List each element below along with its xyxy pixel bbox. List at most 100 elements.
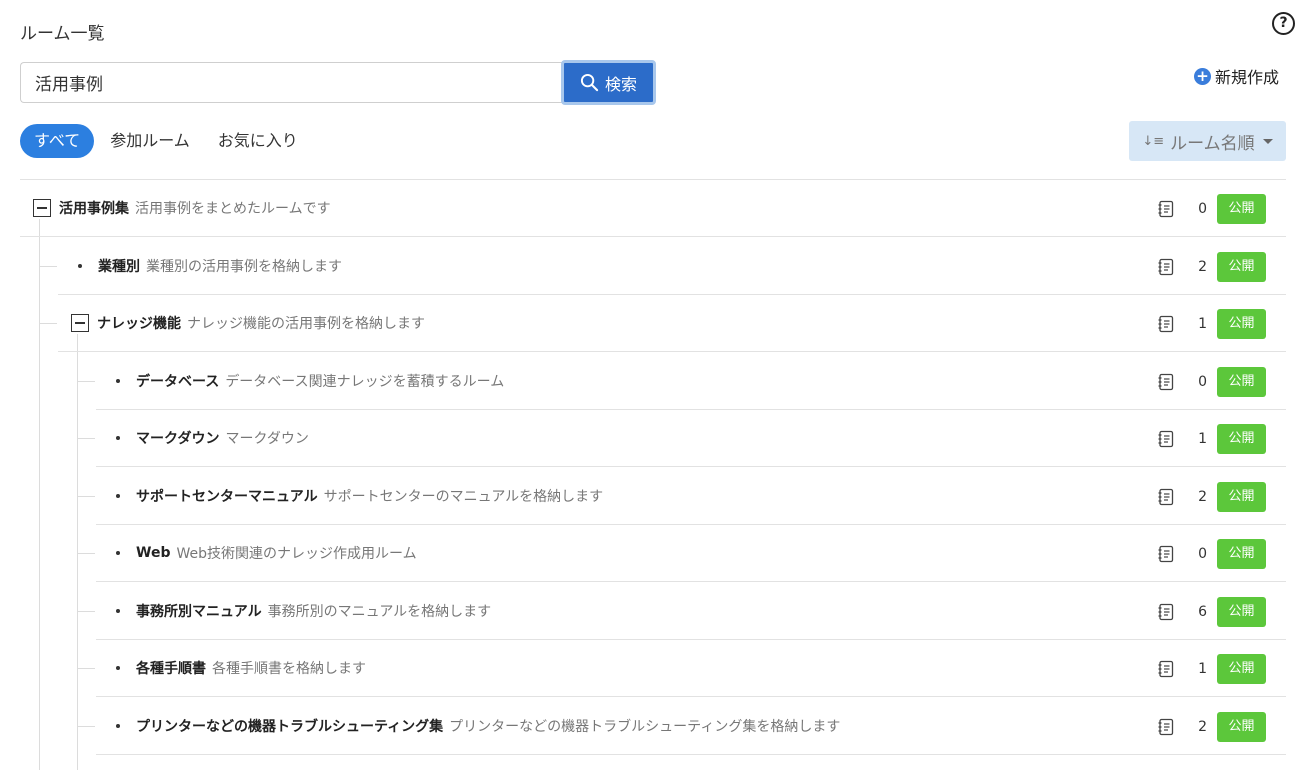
- plus-icon: +: [1194, 67, 1211, 85]
- room-description: 業種別の活用事例を格納します: [146, 259, 342, 275]
- notebook-icon: [1158, 430, 1174, 447]
- public-badge[interactable]: 公開: [1217, 653, 1266, 684]
- tab-favorites[interactable]: お気に入り: [204, 124, 312, 158]
- room-meta: 0 公開: [1157, 353, 1266, 410]
- room-list: 活用事例集 活用事例をまとめたルームです 0 公開 業種別 業種別の活用事例を格…: [20, 179, 1286, 770]
- bullet-icon: [78, 264, 82, 268]
- search-icon: [580, 73, 599, 92]
- bullet-icon: [116, 724, 120, 728]
- room-name[interactable]: 事務所別マニュアル: [136, 601, 262, 621]
- knowledge-count: 2: [1198, 718, 1207, 735]
- notebook-icon: [1158, 603, 1174, 620]
- knowledge-count: 2: [1198, 488, 1207, 505]
- bullet-icon: [116, 436, 120, 440]
- tree-line: [77, 438, 95, 439]
- notebook-icon: [1158, 200, 1174, 217]
- room-row[interactable]: 事務所別マニュアル 事務所別のマニュアルを格納します 6 公開: [96, 583, 1286, 640]
- tree-line: [77, 496, 95, 497]
- notebook-icon: [1158, 545, 1174, 562]
- tree-line: [77, 553, 95, 554]
- room-name[interactable]: 業種別: [98, 256, 140, 276]
- search-button[interactable]: 検索: [561, 60, 656, 105]
- tree-line: [39, 323, 57, 324]
- sort-icon: ↓≡: [1142, 133, 1165, 149]
- room-meta: 1 公開: [1157, 640, 1266, 697]
- public-badge[interactable]: 公開: [1217, 308, 1266, 339]
- new-room-button[interactable]: + 新規作成: [1194, 64, 1279, 88]
- bullet-icon: [116, 379, 120, 383]
- room-meta: 0 公開: [1157, 180, 1266, 237]
- room-description: マークダウン: [225, 431, 309, 447]
- knowledge-count: 0: [1198, 545, 1207, 562]
- knowledge-count: 0: [1198, 200, 1207, 217]
- room-name[interactable]: 活用事例集: [59, 198, 129, 218]
- room-name[interactable]: マークダウン: [136, 428, 219, 448]
- collapse-toggle[interactable]: [33, 199, 51, 217]
- tree-line: [77, 726, 95, 727]
- room-row[interactable]: Web Web技術関連のナレッジ作成用ルーム 0 公開: [96, 525, 1286, 582]
- room-description: データベース関連ナレッジを蓄積するルーム: [225, 374, 505, 390]
- room-row[interactable]: 業種別 業種別の活用事例を格納します 2 公開: [58, 238, 1286, 295]
- notebook-icon: [1158, 488, 1174, 505]
- notebook-icon: [1158, 660, 1174, 677]
- tree-line: [39, 219, 40, 770]
- room-meta: 6 公開: [1157, 583, 1266, 640]
- page-title: ルーム一覧: [20, 24, 105, 44]
- room-name[interactable]: 各種手順書: [136, 658, 206, 678]
- room-row[interactable]: ナレッジ機能 ナレッジ機能の活用事例を格納します 1 公開: [58, 295, 1286, 352]
- knowledge-count: 1: [1198, 430, 1207, 447]
- search-button-label: 検索: [604, 74, 637, 94]
- help-icon[interactable]: ?: [1272, 12, 1295, 35]
- room-row[interactable]: 各種手順書 各種手順書を格納します 1 公開: [96, 640, 1286, 697]
- room-description: プリンターなどの機器トラブルシューティング集を格納します: [449, 719, 841, 735]
- filter-tabs: すべて 参加ルーム お気に入り: [20, 124, 312, 158]
- notebook-icon: [1158, 258, 1174, 275]
- public-badge[interactable]: 公開: [1217, 423, 1266, 454]
- tab-joined[interactable]: 参加ルーム: [96, 124, 204, 158]
- sort-dropdown[interactable]: ↓≡ ルーム名順: [1129, 121, 1286, 161]
- notebook-icon: [1158, 315, 1174, 332]
- room-row[interactable]: プリンターなどの機器トラブルシューティング集 プリンターなどの機器トラブルシュー…: [96, 698, 1286, 755]
- public-badge[interactable]: 公開: [1217, 251, 1266, 282]
- knowledge-count: 1: [1198, 315, 1207, 332]
- room-row[interactable]: 活用事例集 活用事例をまとめたルームです 0 公開: [20, 180, 1286, 237]
- collapse-toggle[interactable]: [71, 314, 89, 332]
- room-row[interactable]: サポートセンターマニュアル サポートセンターのマニュアルを格納します 2 公開: [96, 468, 1286, 525]
- public-badge[interactable]: 公開: [1217, 366, 1266, 397]
- room-name[interactable]: Web: [136, 545, 170, 561]
- room-description: 事務所別のマニュアルを格納します: [267, 604, 492, 620]
- room-description: ナレッジ機能の活用事例を格納します: [187, 316, 425, 332]
- room-meta: 2 公開: [1157, 698, 1266, 755]
- room-row[interactable]: データベース データベース関連ナレッジを蓄積するルーム 0 公開: [96, 353, 1286, 410]
- tree-line: [39, 266, 57, 267]
- room-meta: 1 公開: [1157, 410, 1266, 467]
- tab-all[interactable]: すべて: [20, 124, 95, 158]
- public-badge[interactable]: 公開: [1217, 481, 1266, 512]
- room-meta: 0 公開: [1157, 525, 1266, 582]
- bullet-icon: [116, 494, 120, 498]
- room-name[interactable]: サポートセンターマニュアル: [136, 486, 318, 506]
- room-row[interactable]: マークダウン マークダウン 1 公開: [96, 410, 1286, 467]
- tree-line: [77, 668, 95, 669]
- public-badge[interactable]: 公開: [1217, 711, 1266, 742]
- knowledge-count: 1: [1198, 660, 1207, 677]
- room-description: サポートセンターのマニュアルを格納します: [323, 489, 604, 505]
- public-badge[interactable]: 公開: [1217, 538, 1266, 569]
- knowledge-count: 2: [1198, 258, 1207, 275]
- knowledge-count: 0: [1198, 373, 1207, 390]
- search-input[interactable]: [20, 62, 562, 103]
- notebook-icon: [1158, 718, 1174, 735]
- bullet-icon: [116, 666, 120, 670]
- room-description: 各種手順書を格納します: [212, 661, 366, 677]
- tree-line: [77, 611, 95, 612]
- public-badge[interactable]: 公開: [1217, 596, 1266, 627]
- room-name[interactable]: プリンターなどの機器トラブルシューティング集: [136, 716, 443, 736]
- room-meta: 2 公開: [1157, 468, 1266, 525]
- sort-label: ルーム名順: [1170, 133, 1255, 154]
- notebook-icon: [1158, 373, 1174, 390]
- room-meta: 2 公開: [1157, 238, 1266, 295]
- tree-line: [77, 334, 78, 770]
- room-name[interactable]: データベース: [136, 371, 219, 391]
- public-badge[interactable]: 公開: [1217, 193, 1266, 224]
- room-name[interactable]: ナレッジ機能: [97, 313, 181, 333]
